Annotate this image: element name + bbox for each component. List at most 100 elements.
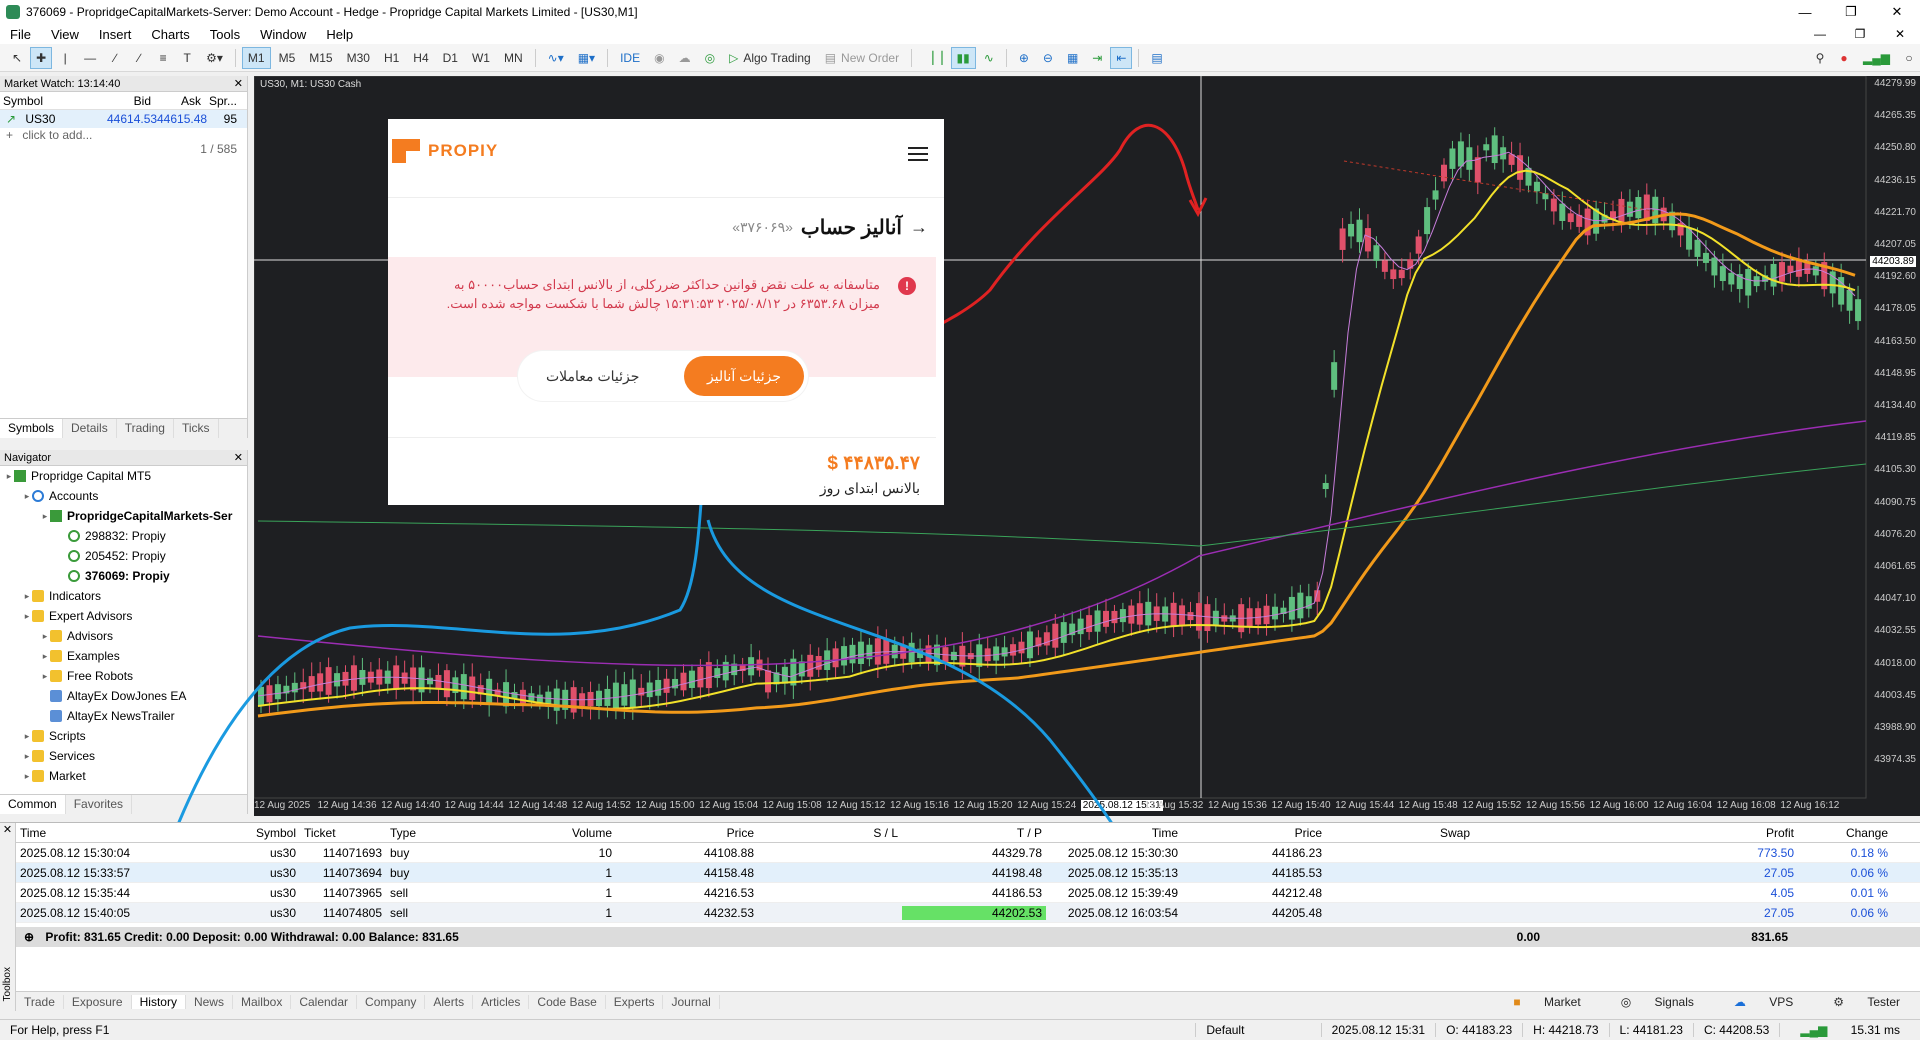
navigator-item[interactable]: ▸ Examples [0,646,247,666]
tf-m15[interactable]: M15 [303,47,338,69]
menu-help[interactable]: Help [316,27,363,42]
history-row[interactable]: 2025.08.12 15:40:05 us30 114074805 sell 1 442… [16,903,1920,923]
navigator-item[interactable]: ▸ Services [0,746,247,766]
tab-common[interactable]: Common [0,795,66,814]
shapes-icon[interactable]: ⚙▾ [200,47,229,69]
expand-toggle-icon[interactable]: ▸ [22,751,32,762]
expand-toggle-icon[interactable]: ▸ [22,731,32,742]
zoom-in-icon[interactable]: ⊕ [1013,47,1035,69]
tab-trade[interactable]: Trade [16,994,64,1009]
candlestick-icon[interactable]: ▮▮ [950,46,976,69]
tab-details[interactable]: Details [63,419,117,438]
signal-strength-icon[interactable]: ▂▄▆ [1857,47,1896,69]
col-ask[interactable]: Ask [154,94,204,108]
expand-toggle-icon[interactable]: ▸ [40,651,50,662]
menu-file[interactable]: File [0,27,41,42]
back-arrow-icon[interactable]: → [910,217,928,238]
cloud-icon[interactable]: ☁ [673,47,697,69]
expand-toggle-icon[interactable]: ▸ [22,611,32,622]
navigator-item[interactable]: ▸ Advisors [0,626,247,646]
history-row[interactable]: 2025.08.12 15:30:04 us30 114071693 buy 10 441… [16,843,1920,863]
history-col-header[interactable]: Time [16,826,176,840]
navigator-item[interactable]: ▸ PropridgeCapitalMarkets-Ser [0,506,247,526]
history-col-header[interactable]: Price [1182,826,1326,840]
tester-link[interactable]: ⚙ Tester [1813,995,1920,1009]
crosshair-icon[interactable]: ✚ [30,46,53,69]
horizontal-line-icon[interactable]: — [78,47,102,69]
line-chart-icon[interactable]: ∿ [978,47,1000,69]
notifications-icon[interactable]: ● [1833,47,1855,69]
zoom-out-icon[interactable]: ⊖ [1037,47,1059,69]
history-col-header[interactable]: Change [1798,826,1892,840]
channel-icon[interactable]: ∕ [128,47,150,69]
close-icon[interactable]: ✕ [234,77,243,90]
history-col-header[interactable]: Swap [1326,826,1474,840]
tile-windows-icon[interactable]: ▦ [1061,47,1084,69]
expand-toggle-icon[interactable]: ▸ [40,631,50,642]
expand-toggle-icon[interactable]: ▸ [22,591,32,602]
close-icon[interactable]: ✕ [1874,4,1920,20]
navigator-item[interactable]: AltayEx NewsTrailer [0,706,247,726]
tab-alerts[interactable]: Alerts [425,994,474,1009]
menu-icon[interactable] [908,147,928,161]
menu-tools[interactable]: Tools [200,27,250,42]
navigator-item[interactable]: ▸ Market [0,766,247,786]
signals-link[interactable]: ◎ Signals [1601,995,1714,1009]
history-col-header[interactable]: Time [1046,826,1182,840]
history-col-header[interactable]: T / P [902,826,1046,840]
col-spread[interactable]: Spr... [204,94,240,108]
bar-chart-icon[interactable]: ▕▕ [918,47,948,69]
tf-w1[interactable]: W1 [466,47,496,69]
tab-code-base[interactable]: Code Base [529,994,606,1009]
tab-ticks[interactable]: Ticks [174,419,219,438]
tf-m1[interactable]: M1 [241,46,271,69]
chart-shift-icon[interactable]: ⇤ [1110,46,1133,69]
ide-button[interactable]: IDE [614,47,646,69]
close-icon[interactable]: ✕ [0,823,15,836]
add-symbol-row[interactable]: + click to add... 1 / 585 [0,128,247,156]
text-icon[interactable]: T [176,47,198,69]
expand-toggle-icon[interactable]: ▸ [4,471,14,482]
navigator-item[interactable]: 205452: Propiy [0,546,247,566]
navigator-item[interactable]: ▸ Scripts [0,726,247,746]
history-row[interactable]: 2025.08.12 15:33:57 us30 114073694 buy 1 4415… [16,863,1920,883]
history-col-header[interactable]: Ticket [300,826,386,840]
history-col-header[interactable]: S / L [758,826,902,840]
fibonacci-icon[interactable]: ≡ [152,47,174,69]
restore-icon[interactable]: ❐ [1828,4,1874,20]
navigator-item[interactable]: 298832: Propiy [0,526,247,546]
vps-link[interactable]: ☁ VPS [1714,995,1813,1009]
menu-charts[interactable]: Charts [141,27,199,42]
trendline-icon[interactable]: ∕ [104,47,126,69]
minimize-icon[interactable]: — [1782,5,1828,20]
autoscroll-icon[interactable]: ⇥ [1086,47,1108,69]
profile-name[interactable]: Default [1195,1023,1320,1037]
menu-window[interactable]: Window [250,27,316,42]
tab-calendar[interactable]: Calendar [291,994,358,1009]
tab-symbols[interactable]: Symbols [0,419,64,438]
navigator-item[interactable]: AltayEx DowJones EA [0,686,247,706]
tab-news[interactable]: News [186,994,233,1009]
navigator-item[interactable]: ▸ Free Robots [0,666,247,686]
menu-insert[interactable]: Insert [89,27,142,42]
chart-restore-icon[interactable]: ❐ [1840,27,1880,41]
algo-trading-button[interactable]: ▷ Algo Trading [723,47,817,69]
chart-close-icon[interactable]: ✕ [1880,27,1920,41]
close-icon[interactable]: ✕ [234,451,243,464]
screenshot-icon[interactable]: ▤ [1145,47,1168,69]
templates-icon[interactable]: ▦▾ [572,47,601,69]
lock-icon[interactable]: ◉ [648,47,670,69]
tf-h4[interactable]: H4 [407,47,434,69]
tab-articles[interactable]: Articles [473,994,530,1009]
tab-mailbox[interactable]: Mailbox [233,994,292,1009]
time-axis[interactable]: 12 Aug 2025 12 Aug 14:36 12 Aug 14:40 12 Au… [254,798,1920,816]
col-symbol[interactable]: Symbol [0,94,104,108]
tf-mn[interactable]: MN [498,47,529,69]
tab-journal[interactable]: Journal [663,994,720,1009]
menu-view[interactable]: View [41,27,89,42]
market-link[interactable]: ■ Market [1493,995,1600,1009]
signals-icon[interactable]: ◎ [699,47,721,69]
vertical-line-icon[interactable]: | [54,47,76,69]
history-row[interactable]: 2025.08.12 15:35:44 us30 114073965 sell 1 442… [16,883,1920,903]
tab-trading[interactable]: Trading [117,419,174,438]
